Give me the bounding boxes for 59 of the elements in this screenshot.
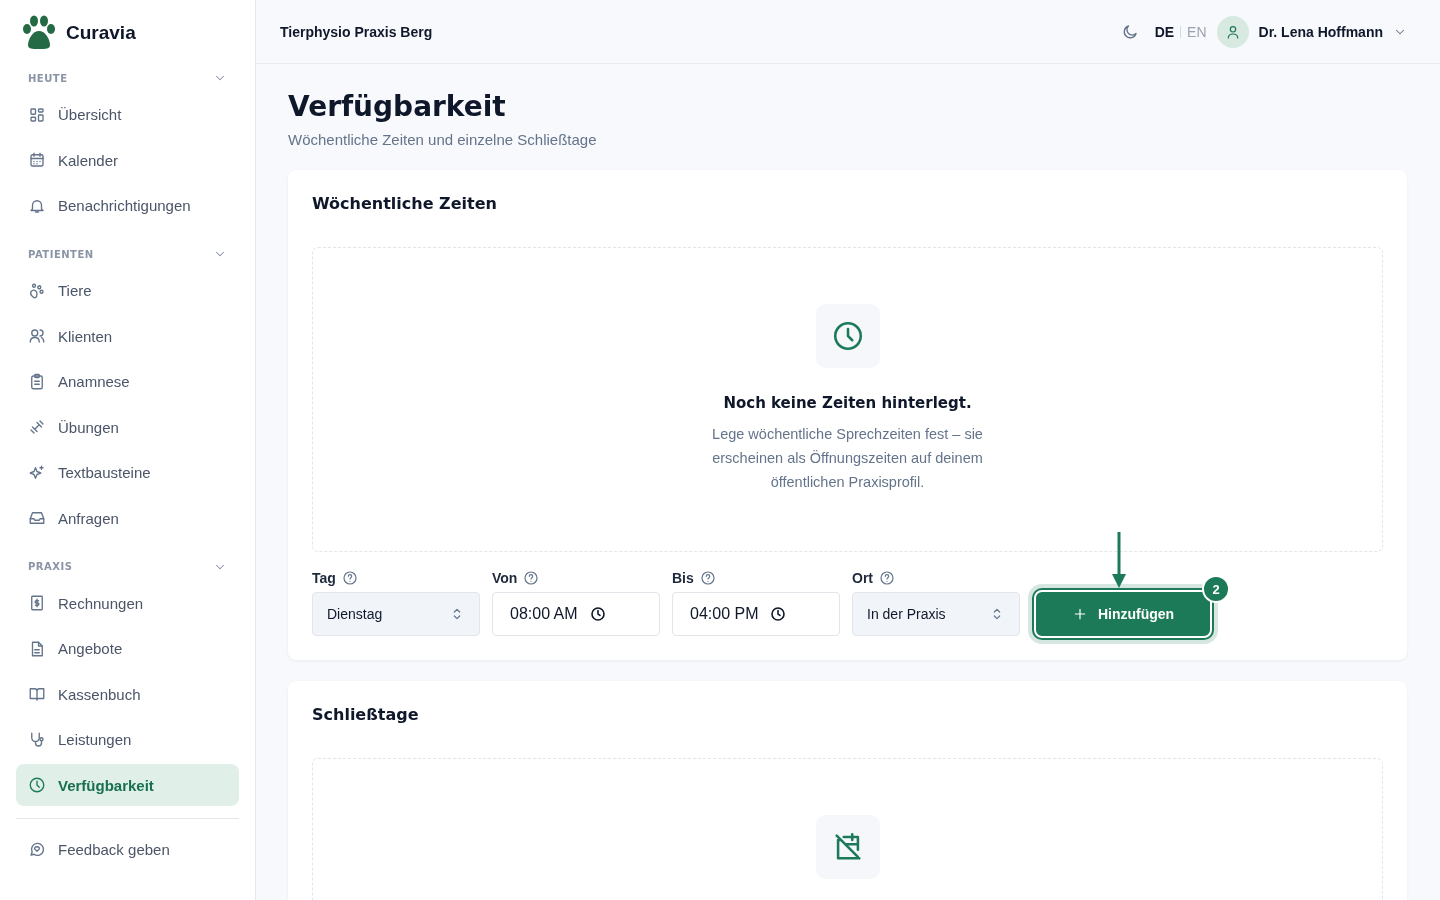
page-subtitle: Wöchentliche Zeiten und einzelne Schließtage	[288, 131, 598, 148]
section-title: HEUTE	[28, 72, 68, 84]
sparkle-icon	[28, 463, 46, 482]
sidebar-item[interactable]: Übungen	[16, 406, 239, 448]
empty-state-text: Lege wöchentliche Sprechzeiten fest – sie erscheinen als Öffnungszeiten auf deinem öffentlichen Praxisprofil.	[711, 425, 984, 492]
sidebar-item[interactable]: Anfragen	[16, 497, 239, 539]
inbox-icon	[28, 509, 46, 527]
section-title: PATIENTEN	[28, 248, 94, 260]
help-icon	[341, 570, 358, 586]
paw-logo-icon	[20, 14, 58, 52]
invoice-icon	[28, 594, 46, 612]
calendar-icon	[28, 151, 46, 169]
select-field[interactable]: In der Praxis	[852, 592, 1020, 636]
clock-icon	[28, 776, 46, 794]
sidebar-item[interactable]: Klienten	[16, 315, 239, 357]
field-label: Tag	[312, 570, 336, 586]
sidebar-item[interactable]: Tiere	[16, 269, 239, 312]
sidebar-item[interactable]: Feedback geben	[16, 828, 239, 870]
practice-name: Tierphysio Praxis Berg	[280, 23, 433, 40]
help-icon	[523, 570, 540, 586]
page-title: Verfügbarkeit	[288, 90, 507, 123]
user-name[interactable]: Dr. Lena Hoffmann	[1258, 23, 1383, 40]
stethoscope-icon	[28, 730, 46, 749]
sidebar-item[interactable]: Textbausteine	[16, 451, 239, 494]
field-label: Ort	[852, 570, 873, 586]
empty-state-title: Noch keine Zeiten hinterlegt.	[723, 394, 972, 412]
grid-icon	[28, 105, 46, 124]
sidebar-item[interactable]: Rechnungen	[16, 582, 239, 624]
sidebar-item[interactable]: Benachrichtigungen	[16, 184, 239, 227]
field-label: Von	[492, 570, 518, 586]
avatar[interactable]	[1216, 15, 1249, 48]
dumbbell-icon	[28, 418, 46, 436]
time-field[interactable]: 08:00 AM	[492, 592, 660, 636]
clipboard-icon	[28, 372, 46, 391]
sidebar-item[interactable]: Angebote	[16, 627, 239, 670]
time-field[interactable]: 04:00 PM	[672, 592, 840, 636]
step-badge: 2	[1202, 575, 1230, 603]
help-icon	[879, 570, 895, 586]
help-icon	[699, 570, 716, 586]
card-title: Schließtage	[312, 705, 420, 724]
field-label: Bis	[672, 570, 694, 586]
sidebar-item[interactable]: Anamnese	[16, 360, 239, 403]
paw-icon	[28, 281, 46, 300]
sidebar-item[interactable]: Kassenbuch	[16, 673, 239, 715]
section-title: PRAXIS	[28, 561, 73, 572]
brand-name: Curavia	[66, 22, 136, 44]
clock-icon	[770, 606, 787, 622]
select-field[interactable]: Dienstag	[312, 592, 480, 636]
clock-icon	[589, 606, 606, 622]
sidebar-item[interactable]: Verfügbarkeit	[16, 764, 239, 806]
card-title: Wöchentliche Zeiten	[312, 194, 498, 213]
sidebar-item[interactable]: Übersicht	[16, 93, 239, 136]
chat-heart-icon	[28, 840, 46, 858]
sidebar-item[interactable]: Kalender	[16, 139, 239, 181]
pointer-arrow	[1110, 532, 1128, 590]
language-option[interactable]: DE	[1154, 23, 1175, 40]
sidebar-item[interactable]: Leistungen	[16, 718, 239, 761]
book-icon	[28, 685, 46, 703]
users-icon	[28, 327, 46, 345]
